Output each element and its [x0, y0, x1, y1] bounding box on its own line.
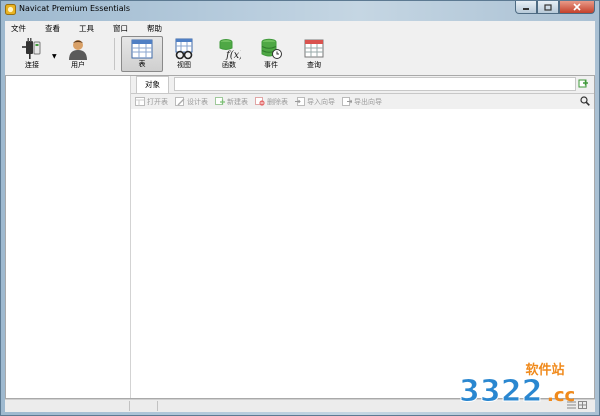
new-tab-icon[interactable] — [578, 79, 589, 90]
delete-table-label: 删除表 — [267, 97, 288, 106]
view-label: 视图 — [177, 61, 191, 69]
new-table-button[interactable]: 新建表 — [215, 97, 248, 107]
open-table-label: 打开表 — [147, 97, 168, 106]
user-button[interactable]: 用户 — [59, 36, 97, 72]
menu-file[interactable]: 文件 — [5, 23, 33, 34]
view-icon — [175, 38, 193, 60]
connect-button[interactable]: 连接 — [13, 36, 51, 72]
export-icon — [342, 97, 352, 106]
query-label: 查询 — [307, 61, 321, 69]
close-button[interactable] — [559, 1, 595, 14]
search-icon[interactable] — [580, 96, 590, 106]
table-icon — [131, 39, 153, 59]
query-button[interactable]: 查询 — [295, 36, 333, 72]
import-icon — [295, 97, 305, 106]
maximize-icon — [544, 3, 552, 11]
function-label: 函数 — [222, 61, 236, 69]
tab-strip-area — [174, 77, 576, 91]
connect-dropdown-arrow-icon[interactable]: ▼ — [52, 53, 57, 60]
minimize-button[interactable] — [515, 1, 537, 14]
status-divider — [129, 401, 130, 411]
menu-bar: 文件 查看 工具 窗口 帮助 — [5, 21, 595, 35]
user-icon — [69, 40, 87, 60]
menu-help[interactable]: 帮助 — [141, 23, 169, 34]
title-bar[interactable]: Navicat Premium Essentials — [1, 1, 599, 19]
minimize-icon — [523, 8, 529, 10]
function-icon: f(x) — [219, 39, 241, 60]
import-wizard-button[interactable]: 导入向导 — [295, 97, 335, 107]
open-table-button[interactable]: 打开表 — [135, 97, 168, 107]
object-toolbar: 打开表 设计表 新建表 删除表 导入向导 导出向导 — [131, 94, 594, 109]
menu-window[interactable]: 窗口 — [107, 23, 135, 34]
window-title: Navicat Premium Essentials — [19, 4, 130, 13]
app-window: Navicat Premium Essentials 文件 查看 工具 窗口 帮… — [0, 0, 600, 416]
close-icon — [573, 3, 581, 11]
event-button[interactable]: 事件 — [252, 36, 290, 72]
table-button[interactable]: 表 — [121, 36, 163, 72]
function-button[interactable]: f(x) 函数 — [210, 36, 248, 72]
user-label: 用户 — [71, 61, 85, 69]
design-table-label: 设计表 — [187, 97, 208, 106]
toolbar-separator — [114, 38, 115, 70]
watermark-domain-right: .cc — [547, 385, 575, 406]
site-watermark-logo: 软件站 3322 .cc — [459, 362, 576, 407]
main-toolbar: 连接 ▼ 用户 表 视图 f(x 函数 事件 查询 — [5, 35, 595, 75]
caption-buttons — [515, 1, 595, 15]
new-table-icon — [215, 97, 225, 105]
navicat-app-icon — [5, 4, 16, 15]
svg-text:f(x): f(x) — [225, 50, 241, 60]
connect-label: 连接 — [25, 61, 39, 69]
menu-view[interactable]: 查看 — [39, 23, 67, 34]
menu-tools[interactable]: 工具 — [73, 23, 101, 34]
delete-table-icon — [255, 97, 265, 106]
event-label: 事件 — [264, 61, 278, 69]
tab-objects[interactable]: 对象 — [136, 76, 169, 93]
export-wizard-label: 导出向导 — [354, 97, 382, 106]
object-list-pane[interactable] — [131, 109, 594, 398]
watermark-domain-left: 3322 — [459, 374, 543, 407]
open-table-icon — [135, 97, 145, 106]
status-divider — [157, 401, 158, 411]
maximize-button[interactable] — [537, 1, 559, 14]
new-table-label: 新建表 — [227, 97, 248, 106]
view-button[interactable]: 视图 — [165, 36, 203, 72]
import-wizard-label: 导入向导 — [307, 97, 335, 106]
design-table-button[interactable]: 设计表 — [175, 97, 208, 107]
export-wizard-button[interactable]: 导出向导 — [342, 97, 382, 107]
query-icon — [304, 39, 324, 58]
design-table-icon — [175, 97, 185, 106]
table-label: 表 — [138, 60, 146, 68]
delete-table-button[interactable]: 删除表 — [255, 97, 288, 107]
connection-tree-pane[interactable] — [6, 76, 131, 398]
workspace: 对象 打开表 设计表 新建表 删除表 导入向导 导出向导 — [5, 75, 595, 399]
plug-icon — [22, 38, 41, 59]
tab-bar: 对象 — [131, 76, 594, 94]
event-icon — [261, 38, 282, 59]
